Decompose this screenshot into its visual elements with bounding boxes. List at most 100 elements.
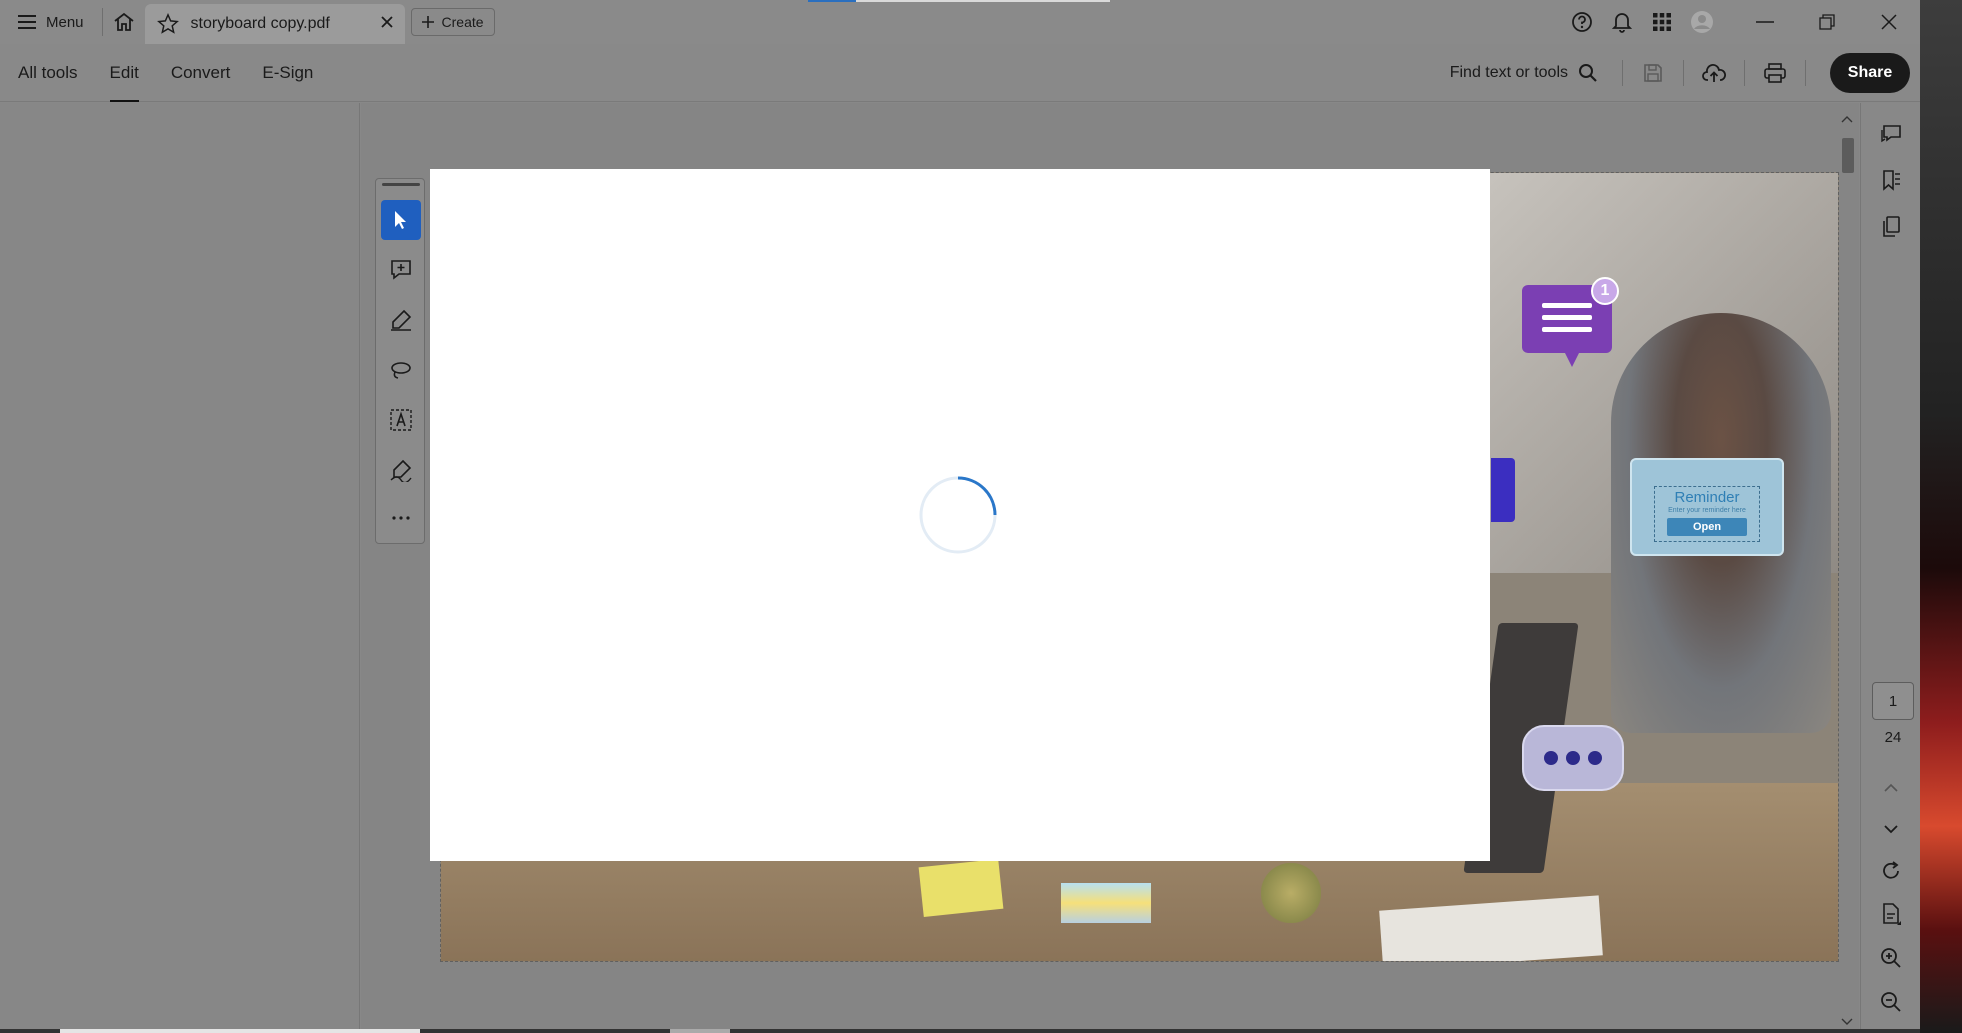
minimize-button[interactable]: [1734, 0, 1796, 44]
apps-button[interactable]: [1642, 0, 1682, 44]
text-box-tool-button[interactable]: [381, 400, 421, 440]
zoom-out-icon: [1881, 992, 1901, 1012]
text-box-icon: [390, 409, 412, 431]
more-icon: [392, 516, 410, 520]
home-button[interactable]: [103, 0, 145, 44]
tab-label: Convert: [170, 63, 231, 82]
home-icon: [113, 12, 134, 31]
rotate-icon: [1883, 861, 1899, 879]
scroll-up-icon[interactable]: [1841, 115, 1853, 123]
next-page-button[interactable]: [1871, 809, 1911, 849]
add-comment-button[interactable]: [381, 250, 421, 290]
hamburger-icon: [18, 15, 36, 29]
bookmarks-button[interactable]: [1871, 160, 1911, 200]
lasso-icon: [391, 362, 411, 379]
quick-tools-bar: [375, 178, 425, 544]
reminder-subtitle: Enter your reminder here: [1668, 507, 1746, 514]
select-arrow-icon: [395, 211, 406, 229]
document-tab[interactable]: storyboard copy.pdf: [144, 4, 405, 44]
create-button[interactable]: Create: [410, 8, 495, 36]
share-button[interactable]: Share: [1830, 53, 1910, 93]
save-button[interactable]: [1633, 51, 1673, 95]
avatar-icon: [1691, 11, 1713, 33]
drag-handle[interactable]: [382, 183, 420, 186]
upload-to-cloud-button[interactable]: [1694, 51, 1734, 95]
more-tools-button[interactable]: [381, 498, 421, 538]
zoom-out-button[interactable]: [1871, 982, 1911, 1022]
previous-page-button[interactable]: [1871, 767, 1911, 807]
vertical-scrollbar[interactable]: [1838, 113, 1856, 1033]
sticky-note: [918, 858, 1004, 918]
total-pages: 24: [1884, 729, 1902, 746]
sign-pen-icon: [390, 459, 412, 482]
star-icon[interactable]: [156, 13, 179, 35]
scrollbar-thumb[interactable]: [1842, 138, 1854, 173]
reminder-title: Reminder: [1674, 489, 1740, 506]
acrobat-window: Menu storyboard copy.pdf Create All tool…: [0, 0, 1920, 1033]
print-button[interactable]: [1755, 51, 1795, 95]
loading-spinner-icon: [919, 476, 997, 554]
comments-button[interactable]: [1871, 114, 1911, 154]
sign-tool-button[interactable]: [381, 450, 421, 490]
plant: [1261, 863, 1321, 923]
restore-button[interactable]: [1796, 0, 1858, 44]
find-text-or-tools-button[interactable]: Find text or tools: [1450, 63, 1598, 83]
reminder-open-label: Open: [1667, 518, 1747, 536]
loading-progress-fill: [808, 0, 857, 2]
bell-icon: [1612, 13, 1632, 33]
main-toolbar: All tools Edit Convert E-Sign Find text …: [0, 44, 1920, 102]
tab-label: E-Sign: [262, 63, 314, 82]
highlight-tool-button[interactable]: [381, 300, 421, 340]
close-tab-icon[interactable]: [379, 14, 395, 30]
current-page-field[interactable]: 1: [1872, 682, 1914, 720]
apps-grid-icon: [1653, 13, 1671, 31]
loading-progress-bar: [808, 0, 1110, 2]
tab-convert[interactable]: Convert: [171, 44, 231, 102]
scroll-down-icon[interactable]: [1841, 1018, 1853, 1026]
divider: [1744, 60, 1745, 86]
left-side-panel: [0, 103, 360, 1033]
draw-tool-button[interactable]: [381, 350, 421, 390]
restore-icon: [1819, 14, 1835, 30]
chevron-up-icon: [1884, 783, 1898, 792]
comments-icon: [1881, 125, 1901, 143]
tab-all-tools[interactable]: All tools: [18, 44, 78, 102]
tool-tabs: All tools Edit Convert E-Sign: [18, 44, 313, 102]
page-settings-button[interactable]: [1871, 894, 1911, 934]
tab-title: storyboard copy.pdf: [190, 15, 330, 32]
tab-edit[interactable]: Edit: [109, 44, 140, 102]
bottom-status-strip: [0, 1029, 1920, 1033]
menu-label: Menu: [46, 13, 84, 31]
plus-icon: [421, 16, 434, 28]
menu-button[interactable]: Menu: [0, 0, 102, 44]
cloud-upload-icon: [1702, 64, 1726, 82]
status-segment: [60, 1029, 420, 1033]
tab-label: All tools: [18, 63, 78, 82]
printer-icon: [1764, 63, 1786, 83]
add-comment-icon: [391, 260, 411, 280]
help-button[interactable]: [1562, 0, 1602, 44]
tab-label: Edit: [109, 63, 139, 82]
title-bar: Menu storyboard copy.pdf Create: [0, 0, 1920, 44]
typing-bubble-graphic: [1522, 725, 1624, 791]
tab-e-sign[interactable]: E-Sign: [262, 44, 313, 102]
bookmarks-icon: [1883, 170, 1900, 191]
find-label: Find text or tools: [1449, 64, 1568, 81]
reminder-card-graphic: Reminder Enter your reminder here Open: [1630, 458, 1784, 556]
rotate-button[interactable]: [1871, 851, 1911, 891]
save-icon: [1644, 64, 1662, 82]
page-thumbnails-button[interactable]: [1871, 207, 1911, 247]
reminder-frame: Reminder Enter your reminder here Open: [1654, 486, 1760, 542]
select-tool-button[interactable]: [381, 200, 421, 240]
menu-tab-graphic: [1491, 458, 1515, 522]
status-segment: [670, 1029, 730, 1033]
close-window-button[interactable]: [1858, 0, 1920, 44]
desktop-background: [1920, 0, 1962, 1033]
close-icon: [1881, 14, 1897, 30]
zoom-in-icon: [1881, 948, 1901, 968]
search-icon: [1579, 64, 1597, 82]
notifications-button[interactable]: [1602, 0, 1642, 44]
sticky-note-stack: [1061, 883, 1151, 923]
profile-button[interactable]: [1682, 0, 1722, 44]
zoom-in-button[interactable]: [1871, 938, 1911, 978]
